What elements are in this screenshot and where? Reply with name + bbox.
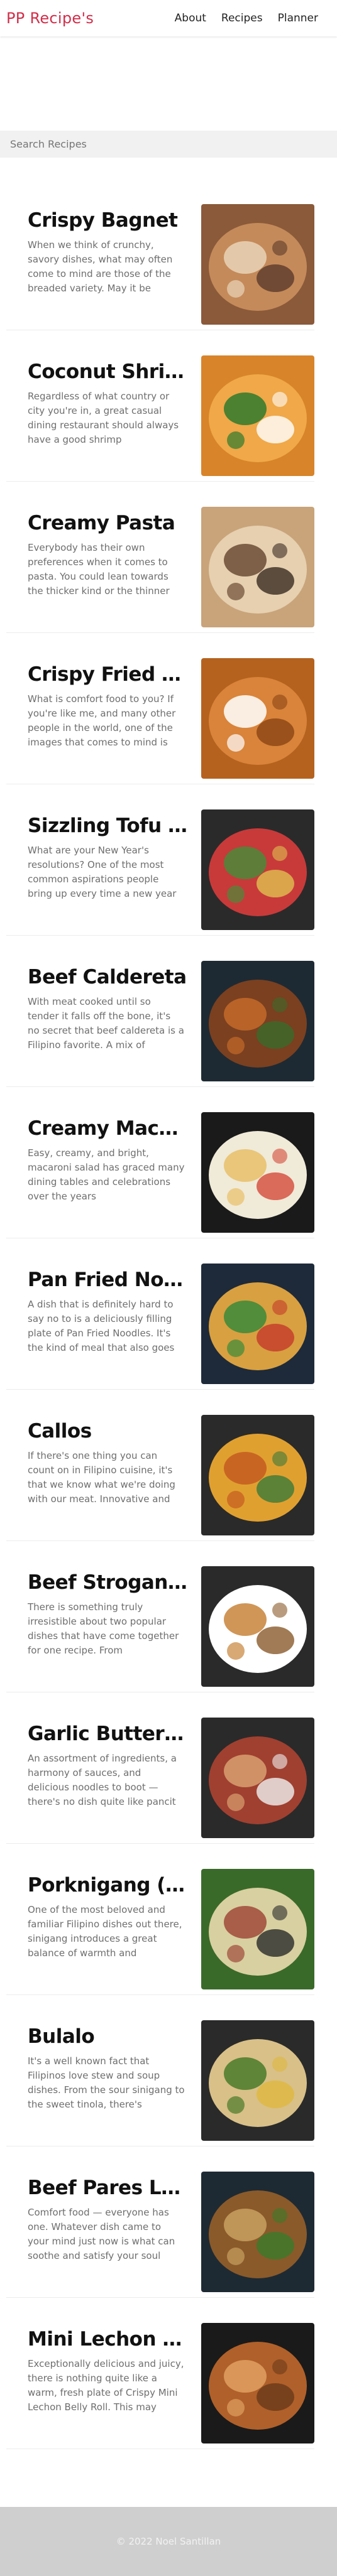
recipe-card[interactable]: Porknigang (Sinigang) One of the most bel… bbox=[6, 1844, 314, 1995]
recipe-photo[interactable] bbox=[201, 1718, 314, 1838]
recipe-card[interactable]: Crispy Bagnet When we think of crunchy, s… bbox=[6, 179, 314, 330]
recipe-photo[interactable] bbox=[201, 355, 314, 476]
nav-links: About Recipes Planner bbox=[175, 12, 318, 24]
recipe-card[interactable]: Creamy Pasta Everybody has their own pref… bbox=[6, 482, 314, 633]
search-input[interactable] bbox=[0, 131, 337, 158]
recipe-text: Crispy Bagnet When we think of crunchy, s… bbox=[6, 204, 178, 296]
recipe-description: It's a well known fact that Filipinos lo… bbox=[28, 2055, 185, 2110]
recipe-text: Crispy Fried Chicken What is comfort food… bbox=[6, 658, 188, 750]
recipe-card[interactable]: Beef Pares Lomi Comfort food — everyone h… bbox=[6, 2146, 314, 2298]
recipe-text: Creamy Pasta Everybody has their own pref… bbox=[6, 507, 175, 598]
recipe-description: Easy, creamy, and bright, macaroni salad… bbox=[28, 1147, 185, 1202]
recipe-card[interactable]: Sizzling Tofu Stir Fry What are your New … bbox=[6, 784, 314, 936]
recipe-title[interactable]: Pan Fried Noodles bbox=[28, 1267, 188, 1292]
recipe-description: Everybody has their own preferences when… bbox=[28, 542, 170, 597]
recipe-title[interactable]: Crispy Bagnet bbox=[28, 208, 188, 233]
recipe-title[interactable]: Sizzling Tofu Stir Fry bbox=[28, 813, 188, 838]
recipe-title[interactable]: Beef Stroganoff Pot Pie bbox=[28, 1570, 188, 1595]
footer: © 2022 Noel Santillan bbox=[0, 2507, 337, 2576]
nav-link-about[interactable]: About bbox=[175, 12, 206, 24]
recipe-title[interactable]: Coconut Shrimp bbox=[28, 359, 188, 384]
recipe-text: Beef Caldereta With meat cooked until so … bbox=[6, 961, 187, 1053]
recipe-title[interactable]: Garlic Butter Steak bbox=[28, 1721, 188, 1746]
recipe-photo[interactable] bbox=[201, 658, 314, 779]
recipe-card[interactable]: Garlic Butter Steak An assortment of ingr… bbox=[6, 1692, 314, 1844]
recipe-text: Callos If there's one thing you can count… bbox=[6, 1415, 175, 1507]
recipe-card[interactable]: Coconut Shrimp Regardless of what country… bbox=[6, 330, 314, 482]
recipe-description: What is comfort food to you? If you're l… bbox=[28, 693, 176, 748]
recipe-card[interactable]: Creamy Macaroni Salad Easy, creamy, and b… bbox=[6, 1087, 314, 1238]
recipe-description: What are your New Year's resolutions? On… bbox=[28, 845, 177, 899]
recipe-photo[interactable] bbox=[201, 507, 314, 627]
recipe-text: Beef Pares Lomi Comfort food — everyone h… bbox=[6, 2172, 188, 2263]
top-navbar: PP Recipe's About Recipes Planner bbox=[0, 0, 337, 36]
recipe-text: Bulalo It's a well known fact that Filipi… bbox=[6, 2020, 185, 2112]
recipe-title[interactable]: Callos bbox=[28, 1419, 188, 1444]
recipe-photo[interactable] bbox=[201, 1264, 314, 1384]
recipe-description: With meat cooked until so tender it fall… bbox=[28, 996, 184, 1051]
recipe-text: Beef Stroganoff Pot Pie There is somethin… bbox=[6, 1566, 188, 1658]
recipe-text: Garlic Butter Steak An assortment of ingr… bbox=[6, 1718, 188, 1809]
footer-copyright: © 2022 Noel Santillan bbox=[116, 2536, 221, 2547]
recipe-title[interactable]: Beef Caldereta bbox=[28, 965, 188, 990]
recipe-title[interactable]: Porknigang (Sinigang) bbox=[28, 1873, 188, 1898]
recipe-description: An assortment of ingredients, a harmony … bbox=[28, 1753, 177, 1807]
recipe-photo[interactable] bbox=[201, 809, 314, 930]
recipe-text: Creamy Macaroni Salad Easy, creamy, and b… bbox=[6, 1112, 188, 1204]
recipe-card[interactable]: Beef Stroganoff Pot Pie There is somethin… bbox=[6, 1541, 314, 1692]
recipe-text: Mini Lechon Belly Roll Exceptionally deli… bbox=[6, 2323, 188, 2415]
recipe-title[interactable]: Creamy Macaroni Salad bbox=[28, 1116, 188, 1141]
recipe-photo[interactable] bbox=[201, 1566, 314, 1687]
recipe-title[interactable]: Mini Lechon Belly Roll bbox=[28, 2327, 188, 2352]
recipe-photo[interactable] bbox=[201, 2172, 314, 2292]
recipe-description: A dish that is definitely hard to say no… bbox=[28, 1299, 175, 1353]
recipe-description: Regardless of what country or city you'r… bbox=[28, 391, 179, 445]
recipe-photo[interactable] bbox=[201, 1112, 314, 1233]
recipe-text: Sizzling Tofu Stir Fry What are your New … bbox=[6, 809, 188, 901]
recipe-text: Porknigang (Sinigang) One of the most bel… bbox=[6, 1869, 188, 1961]
recipe-photo[interactable] bbox=[201, 204, 314, 325]
recipe-description: Comfort food — everyone has one. Whateve… bbox=[28, 2207, 175, 2261]
recipe-description: If there's one thing you can count on in… bbox=[28, 1450, 175, 1505]
recipe-title[interactable]: Beef Pares Lomi bbox=[28, 2175, 188, 2200]
nav-link-planner[interactable]: Planner bbox=[278, 12, 318, 24]
recipe-card[interactable]: Bulalo It's a well known fact that Filipi… bbox=[6, 1995, 314, 2146]
recipe-photo[interactable] bbox=[201, 2323, 314, 2443]
recipe-text: Pan Fried Noodles A dish that is definite… bbox=[6, 1264, 188, 1355]
recipe-card[interactable]: Pan Fried Noodles A dish that is definite… bbox=[6, 1238, 314, 1390]
recipe-photo[interactable] bbox=[201, 1869, 314, 1989]
recipe-photo[interactable] bbox=[201, 2020, 314, 2141]
recipe-description: When we think of crunchy, savory dishes,… bbox=[28, 239, 173, 294]
recipe-photo[interactable] bbox=[201, 1415, 314, 1535]
recipe-text: Coconut Shrimp Regardless of what country… bbox=[6, 355, 188, 447]
recipe-photo[interactable] bbox=[201, 961, 314, 1081]
recipe-description: There is something truly irresistible ab… bbox=[28, 1601, 179, 1656]
recipe-description: One of the most beloved and familiar Fil… bbox=[28, 1904, 182, 1959]
nav-link-recipes[interactable]: Recipes bbox=[221, 12, 263, 24]
recipe-card[interactable]: Crispy Fried Chicken What is comfort food… bbox=[6, 633, 314, 784]
recipe-card[interactable]: Mini Lechon Belly Roll Exceptionally deli… bbox=[6, 2298, 314, 2449]
search-section bbox=[0, 36, 337, 158]
recipe-title[interactable]: Creamy Pasta bbox=[28, 511, 188, 536]
recipe-card[interactable]: Callos If there's one thing you can count… bbox=[6, 1390, 314, 1541]
recipe-title[interactable]: Crispy Fried Chicken bbox=[28, 662, 188, 687]
recipe-list: Crispy Bagnet When we think of crunchy, s… bbox=[0, 158, 337, 2449]
recipe-card[interactable]: Beef Caldereta With meat cooked until so … bbox=[6, 936, 314, 1087]
recipe-title[interactable]: Bulalo bbox=[28, 2024, 188, 2049]
recipe-description: Exceptionally delicious and juicy, there… bbox=[28, 2358, 184, 2413]
brand-logo-link[interactable]: PP Recipe's bbox=[6, 9, 94, 27]
